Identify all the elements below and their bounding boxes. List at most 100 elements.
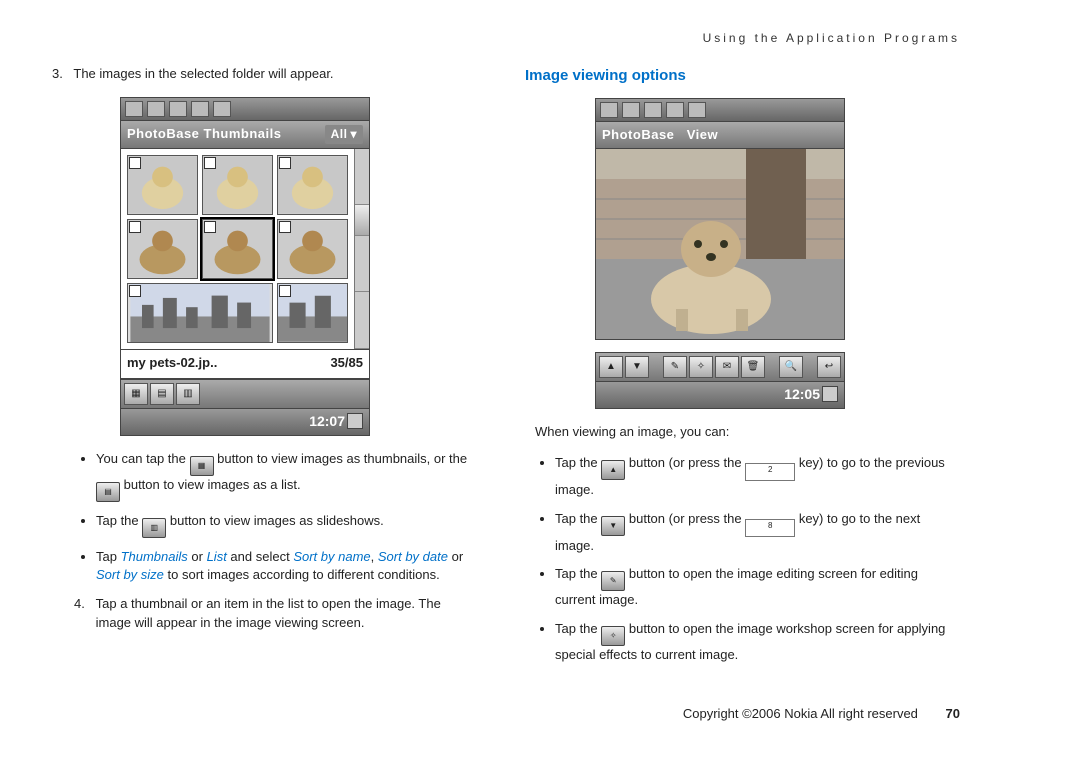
slideshow-button[interactable]: ▥ xyxy=(176,383,200,405)
slideshow-icon: ▥ xyxy=(142,518,166,538)
checkbox-icon[interactable] xyxy=(129,221,141,233)
thumbnails-screenshot: PhotoBase Thumbnails All ▾ xyxy=(120,97,370,436)
list-link: List xyxy=(207,549,227,564)
checkbox-icon[interactable] xyxy=(129,285,141,297)
edit-button[interactable]: ✎ xyxy=(663,356,687,378)
key-8-icon: 8 xyxy=(745,519,795,537)
app-mode: View xyxy=(687,127,718,142)
scroll-knob[interactable] xyxy=(355,205,369,236)
step-3-number: 3. xyxy=(52,65,70,83)
status-icon xyxy=(666,102,684,118)
status-icon xyxy=(688,102,706,118)
step-4: 4. Tap a thumbnail or an item in the lis… xyxy=(96,595,475,633)
checkbox-icon[interactable] xyxy=(204,157,216,169)
image-viewing-options-heading: Image viewing options xyxy=(525,65,960,86)
sort-by-name-link: Sort by name xyxy=(293,549,370,564)
right-bullet-list: Tap the ▲ button (or press the 2 key) to… xyxy=(555,454,960,665)
key-2-icon: 2 xyxy=(745,463,795,481)
thumbnail-item[interactable] xyxy=(127,283,273,343)
checkbox-icon[interactable] xyxy=(204,221,216,233)
step-4-text: Tap a thumbnail or an item in the list t… xyxy=(96,595,453,633)
step-4-number: 4. xyxy=(74,595,92,614)
status-icon xyxy=(125,101,143,117)
device-status-bar xyxy=(120,97,370,121)
sort-by-size-link: Sort by size xyxy=(96,567,164,582)
bullet-item: You can tap the ▦ button to view images … xyxy=(96,450,475,502)
image-toolbar: ▲ ▼ ✎ ✧ ✉ 🗑 🔍 ↩ xyxy=(595,352,845,382)
app-title: PhotoBase Thumbnails xyxy=(127,125,281,143)
checkbox-icon[interactable] xyxy=(129,157,141,169)
status-icon xyxy=(213,101,231,117)
thumbnail-item[interactable] xyxy=(127,219,198,279)
thumbnail-item[interactable] xyxy=(277,219,348,279)
sort-by-date-link: Sort by date xyxy=(378,549,448,564)
checkbox-icon[interactable] xyxy=(279,221,291,233)
image-view-area[interactable] xyxy=(595,149,845,340)
bullet-item: Tap the ▥ button to view images as slide… xyxy=(96,512,475,538)
filter-dropdown[interactable]: All ▾ xyxy=(325,125,363,144)
page-number: 70 xyxy=(946,706,960,721)
checkbox-icon[interactable] xyxy=(279,157,291,169)
chevron-down-icon: ▾ xyxy=(350,126,357,143)
bullet-item: Tap the ▼ button (or press the 8 key) to… xyxy=(555,510,960,556)
thumbnail-grid xyxy=(121,149,354,349)
thumbnail-panel xyxy=(120,149,370,350)
next-image-button[interactable]: ▼ xyxy=(625,356,649,378)
thumbnails-view-button[interactable]: ▦ xyxy=(124,383,148,405)
zoom-button[interactable]: 🔍 xyxy=(779,356,803,378)
filename-text: my pets-02.jp.. xyxy=(127,354,217,372)
step-3: 3. The images in the selected folder wil… xyxy=(74,65,475,83)
list-icon: ▤ xyxy=(96,482,120,502)
view-screenshot: PhotoBase View xyxy=(595,98,845,409)
thumbnail-item[interactable] xyxy=(127,155,198,215)
scrollbar[interactable] xyxy=(354,149,369,349)
clock-bar: 12:07 xyxy=(120,409,370,436)
down-arrow-icon: ▼ xyxy=(601,516,625,536)
status-icon xyxy=(169,101,187,117)
workshop-button[interactable]: ✧ xyxy=(689,356,713,378)
checkbox-icon[interactable] xyxy=(279,285,291,297)
status-icon xyxy=(147,101,165,117)
app-title-bar: PhotoBase Thumbnails All ▾ xyxy=(120,121,370,149)
status-icon xyxy=(191,101,209,117)
app-title: PhotoBase xyxy=(602,127,674,142)
clock-text: 12:07 xyxy=(309,413,345,429)
up-arrow-icon: ▲ xyxy=(601,460,625,480)
filename-bar: my pets-02.jp.. 35/85 xyxy=(120,350,370,379)
back-button[interactable]: ↩ xyxy=(817,356,841,378)
status-icon xyxy=(644,102,662,118)
step-3-text: The images in the selected folder will a… xyxy=(73,66,333,81)
left-bullet-list: You can tap the ▦ button to view images … xyxy=(96,450,475,586)
thumbnails-link: Thumbnails xyxy=(121,549,188,564)
clock-bar: 12:05 xyxy=(595,382,845,409)
bullet-item: Tap the ✧ button to open the image works… xyxy=(555,620,960,665)
bullet-item: Tap the ▲ button (or press the 2 key) to… xyxy=(555,454,960,500)
delete-button[interactable]: 🗑 xyxy=(741,356,765,378)
thumbnail-item[interactable] xyxy=(277,283,348,343)
bullet-item: Tap the ✎ button to open the image editi… xyxy=(555,565,960,610)
counter-text: 35/85 xyxy=(330,354,363,372)
view-toolbar: ▦ ▤ ▥ xyxy=(120,379,370,409)
page-footer: Copyright ©2006 Nokia All right reserved… xyxy=(40,705,960,723)
right-column: Image viewing options PhotoBase View xyxy=(525,65,960,675)
send-button[interactable]: ✉ xyxy=(715,356,739,378)
thumbnail-item-selected[interactable] xyxy=(202,219,273,279)
thumbnail-item[interactable] xyxy=(277,155,348,215)
copyright-text: Copyright ©2006 Nokia All right reserved xyxy=(683,706,918,721)
thumbnails-icon: ▦ xyxy=(190,456,214,476)
prev-image-button[interactable]: ▲ xyxy=(599,356,623,378)
device-status-bar xyxy=(595,98,845,122)
edit-icon: ✎ xyxy=(601,571,625,591)
app-title-bar: PhotoBase View xyxy=(595,122,845,149)
left-column: 3. The images in the selected folder wil… xyxy=(40,65,475,675)
intro-line: When viewing an image, you can: xyxy=(535,423,960,441)
workshop-icon: ✧ xyxy=(601,626,625,646)
thumbnail-item[interactable] xyxy=(202,155,273,215)
content-columns: 3. The images in the selected folder wil… xyxy=(40,65,960,675)
running-header: Using the Application Programs xyxy=(40,30,960,47)
bullet-item: Tap Thumbnails or List and select Sort b… xyxy=(96,548,475,586)
clock-text: 12:05 xyxy=(784,386,820,402)
status-icon xyxy=(622,102,640,118)
status-icon xyxy=(600,102,618,118)
list-view-button[interactable]: ▤ xyxy=(150,383,174,405)
